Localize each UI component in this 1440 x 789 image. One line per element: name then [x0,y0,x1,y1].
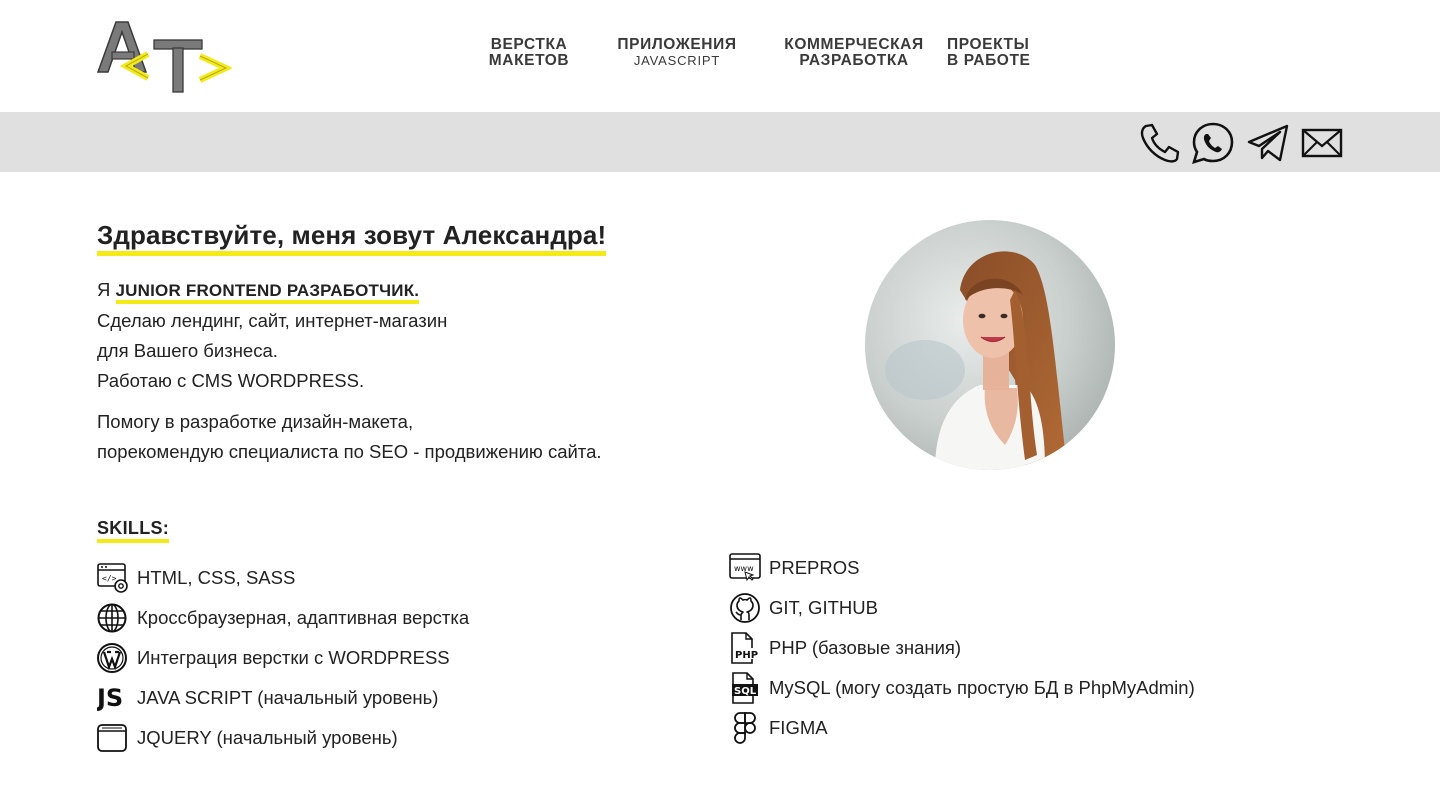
skill-item: Кроссбраузерная, адаптивная верстка [97,600,469,636]
intro-role-line: Я JUNIOR FRONTEND РАЗРАБОТЧИК. [97,275,447,306]
js-icon: JS [97,682,129,714]
skill-label: Интеграция верстки с WORDPRESS [137,647,450,668]
svg-text:PHP: PHP [735,650,758,661]
intro-text: Я JUNIOR FRONTEND РАЗРАБОТЧИК. Сделаю ле… [97,275,447,396]
nav-js-apps-line2: JAVASCRIPT [633,53,721,68]
code-window-icon: </> [97,562,129,594]
nav-layouts-line1: ВЕРСТКА [490,36,568,53]
skill-item: www PREPROS [729,550,859,586]
skill-item: Интеграция верстки с WORDPRESS [97,640,450,676]
github-icon [729,592,761,624]
skill-item: PHP PHP (базовые знания) [729,630,961,666]
skill-label: FIGMA [769,717,828,738]
nav-commercial-line1: КОММЕРЧЕСКАЯ [784,36,924,53]
skill-label: PREPROS [769,557,860,578]
skill-label: GIT, GITHUB [769,597,878,618]
nav-commercial-line2: РАЗРАБОТКА [799,52,909,69]
sql-file-icon: SQL [729,672,761,704]
www-window-icon: www [729,552,761,584]
skill-item: FIGMA [729,710,828,746]
svg-text:JS: JS [97,684,123,712]
intro-line: Помогу в разработке дизайн-макета, [97,411,414,432]
intro-prefix: Я [97,279,116,300]
skill-label: PHP (базовые знания) [769,637,962,658]
nav-layouts-line2: МАКЕТОВ [488,52,570,69]
skill-item: JQUERY (начальный уровень) [97,720,398,756]
intro-role: JUNIOR FRONTEND РАЗРАБОТЧИК. [115,281,420,304]
site-header: ВЕРСТКА МАКЕТОВ ПРИЛОЖЕНИЯ JAVASCRIPT КО… [0,0,1440,112]
greeting-heading: Здравствуйте, меня зовут Александра! [97,220,607,256]
nav-js-apps[interactable]: ПРИЛОЖЕНИЯ JAVASCRIPT [610,37,744,69]
globe-icon [97,602,129,634]
nav-projects-line2: В РАБОТЕ [947,52,1031,69]
contact-bar [0,112,1440,172]
figma-icon [729,712,761,744]
intro-line: для Вашего бизнеса. [97,340,278,361]
php-file-icon: PHP [729,632,761,664]
nav-commercial[interactable]: КОММЕРЧЕСКАЯ РАЗРАБОТКА [776,37,932,69]
skill-item: GIT, GITHUB [729,590,878,626]
intro-line: Сделаю лендинг, сайт, интернет-магазин [97,310,448,331]
browser-window-icon [97,722,129,754]
intro-line: порекомендую специалиста по SEO - продви… [97,441,602,462]
svg-text:www: www [734,564,754,573]
skill-item: </> HTML, CSS, SASS [97,560,295,596]
svg-text:</>: </> [102,574,117,583]
telegram-icon[interactable] [1246,122,1290,164]
nav-projects-line1: ПРОЕКТЫ [947,36,1030,53]
wordpress-icon [97,642,129,674]
phone-icon[interactable] [1137,122,1181,164]
nav-projects[interactable]: ПРОЕКТЫ В РАБОТЕ [947,37,1051,69]
nav-js-apps-line1: ПРИЛОЖЕНИЯ [617,36,737,53]
skill-label: HTML, CSS, SASS [137,567,296,588]
mail-icon[interactable] [1300,122,1344,164]
nav-layouts[interactable]: ВЕРСТКА МАКЕТОВ [479,37,579,69]
whatsapp-icon[interactable] [1191,122,1235,164]
skill-item: JS JAVA SCRIPT (начальный уровень) [97,680,438,716]
skill-label: Кроссбраузерная, адаптивная верстка [137,607,470,628]
intro-line: Работаю с CMS WORDPRESS. [97,370,365,391]
intro-text-2: Помогу в разработке дизайн-макета, порек… [97,407,602,467]
avatar [865,220,1115,470]
skill-item: SQL MySQL (могу создать простую БД в Php… [729,670,1195,706]
main-nav: ВЕРСТКА МАКЕТОВ ПРИЛОЖЕНИЯ JAVASCRIPT КО… [0,37,1440,77]
skill-label: JQUERY (начальный уровень) [137,727,398,748]
skill-label: JAVA SCRIPT (начальный уровень) [137,687,439,708]
skills-heading: SKILLS: [97,517,170,543]
skill-label: MySQL (могу создать простую БД в PhpMyAd… [769,677,1195,698]
svg-text:SQL: SQL [734,686,757,697]
